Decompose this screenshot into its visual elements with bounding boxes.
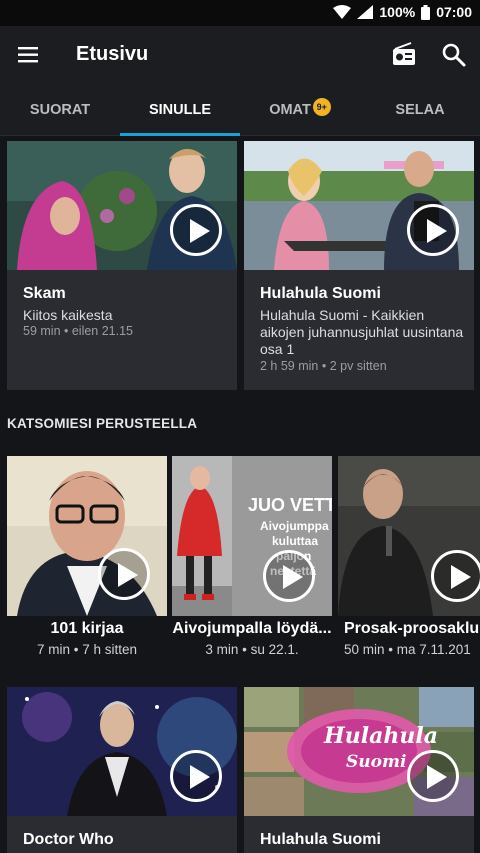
logo-text: Suomi <box>346 752 406 772</box>
featured-card-hulahula[interactable]: Hulahula Suomi Hulahula Suomi - Kaikkien… <box>244 141 474 390</box>
recommended-item[interactable]: JUO VETT Aivojumppa kuluttaa paljon nest… <box>172 456 332 666</box>
tab-label: SUORAT <box>29 102 91 118</box>
recommended-item[interactable]: Prosak-proosaklu 50 min • ma 7.11.201 <box>338 456 480 666</box>
featured-card-skam[interactable]: Skam Kiitos kaikesta 59 min • eilen 21.1… <box>7 141 237 390</box>
battery-percent: 100% <box>379 4 416 20</box>
battery-icon <box>421 4 431 20</box>
clock: 07:00 <box>436 4 472 20</box>
section-title: KATSOMIESI PERUSTEELLA <box>7 416 198 431</box>
tab-indicator <box>120 133 240 136</box>
menu-icon[interactable] <box>17 44 41 66</box>
play-icon[interactable] <box>98 548 150 600</box>
item-title: 101 kirjaa <box>50 620 124 637</box>
tab-bar: SUORAT SINULLE OMAT 9+ SELAA <box>0 84 480 136</box>
wifi-icon <box>333 5 352 19</box>
search-icon[interactable] <box>441 42 467 68</box>
status-bar: 100% 07:00 <box>0 0 480 26</box>
play-icon[interactable] <box>170 204 222 256</box>
play-icon[interactable] <box>407 750 459 802</box>
recommended-item[interactable]: 101 kirjaa 7 min • 7 h sitten <box>7 456 167 666</box>
tab-suorat[interactable]: SUORAT <box>0 84 120 136</box>
overlay-text: JUO VETT <box>248 495 332 515</box>
tab-selaa[interactable]: SELAA <box>360 84 480 136</box>
tab-label: SINULLE <box>148 102 212 118</box>
card-title: Doctor Who <box>23 831 114 848</box>
item-title: Prosak-proosaklu <box>344 620 480 637</box>
overlay-text: kuluttaa <box>272 534 318 548</box>
card-meta: 59 min • eilen 21.15 <box>23 324 134 338</box>
card-meta: 2 h 59 min • 2 pv sitten <box>260 359 387 373</box>
card-description: Kiitos kaikesta <box>23 307 113 323</box>
item-meta: 7 min • 7 h sitten <box>36 642 138 657</box>
tab-label: SELAA <box>395 102 445 118</box>
item-title: Aivojumpalla löydä... <box>172 620 332 637</box>
tab-omat[interactable]: OMAT 9+ <box>240 84 360 136</box>
logo-text: Hulahula <box>323 723 438 749</box>
play-icon[interactable] <box>407 204 459 256</box>
play-icon[interactable] <box>431 550 480 602</box>
bottom-card-doctor-who[interactable]: Doctor Who <box>7 687 237 853</box>
card-title: Hulahula Suomi <box>260 831 381 848</box>
signal-icon <box>357 5 374 19</box>
card-description: Hulahula Suomi - Kaikkien aikojen juhann… <box>260 307 464 357</box>
notification-badge: 9+ <box>312 98 331 116</box>
item-meta: 3 min • su 22.1. <box>205 642 299 657</box>
tab-sinulle[interactable]: SINULLE <box>120 84 240 136</box>
radio-icon[interactable] <box>391 40 417 68</box>
item-meta: 50 min • ma 7.11.201 <box>344 642 471 657</box>
tab-label: OMAT <box>269 102 311 118</box>
card-title: Hulahula Suomi <box>260 285 381 302</box>
card-title: Skam <box>23 285 66 302</box>
thumbnail-image <box>7 456 167 616</box>
overlay-text: Aivojumppa <box>260 519 329 533</box>
bottom-card-hulahula[interactable]: Hulahula Suomi Hulahula Suomi <box>244 687 474 853</box>
play-icon[interactable] <box>170 750 222 802</box>
app-bar: Etusivu <box>0 26 480 84</box>
page-title: Etusivu <box>76 43 149 65</box>
play-icon[interactable] <box>263 550 315 602</box>
